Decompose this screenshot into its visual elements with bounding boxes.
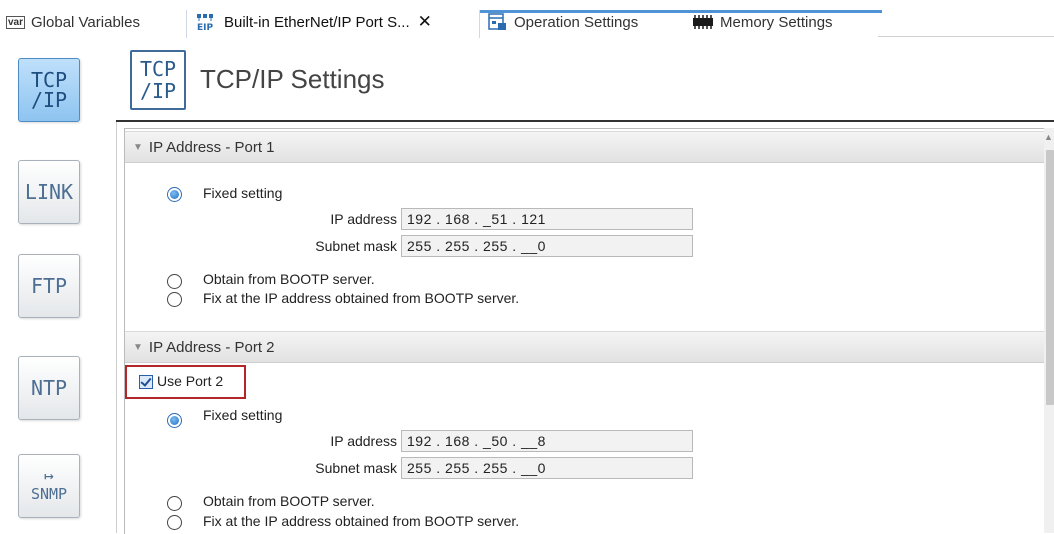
ip-address-field-port2[interactable]: 192 . 168 . _50 . __8 [401,430,693,452]
radio-fix-bootp-port2[interactable] [167,515,182,530]
subnet-mask-field-port2[interactable]: 255 . 255 . 255 . __0 [401,457,693,479]
radio-fixed-setting-port1[interactable] [167,187,182,202]
ip-address-field-port1[interactable]: 192 . 168 . _51 . 121 [401,208,693,230]
close-icon[interactable]: ✕ [418,12,432,32]
field-label: Subnet mask [315,238,397,254]
page-title: TCP/IP Settings [200,64,385,94]
ethernet-ip-icon: EIP [196,13,218,33]
rail-button-label: TCP [30,68,68,92]
scroll-thumb[interactable] [1046,150,1054,405]
vertical-scrollbar[interactable]: ▲ [1044,128,1054,533]
rail-button-label: FTP [30,274,68,298]
tab-label: Memory Settings [720,13,833,31]
use-port2-checkbox[interactable] [139,375,153,389]
radio-fixed-setting-port2[interactable] [167,413,182,428]
subnet-mask-field-port1[interactable]: 255 . 255 . 255 . __0 [401,235,693,257]
settings-panel: ▼ IP Address - Port 1 Fixed setting IP a… [124,128,1045,534]
tab-strip: var Global Variables EIP Built-in EtherN… [0,0,1054,38]
radio-label: Fixed setting [203,407,283,423]
rail-button-snmp[interactable]: ↦ SNMP [18,454,80,518]
tab-global-variables[interactable]: var Global Variables [6,8,140,36]
rail-button-label: /IP [30,88,68,112]
rail-button-tcpip[interactable]: TCP /IP [18,58,80,122]
field-label: IP address [330,211,397,227]
var-icon: var [6,15,26,29]
radio-bootp-port1[interactable] [167,274,182,289]
tab-label: Global Variables [31,13,140,31]
radio-label: Fix at the IP address obtained from BOOT… [203,513,520,529]
checkbox-label: Use Port 2 [157,373,224,389]
tab-memory-settings[interactable]: Memory Settings [692,8,833,36]
section-header-port1[interactable]: ▼ IP Address - Port 1 [125,131,1045,163]
settings-category-rail: TCP /IP LINK FTP NTP ↦ SNMP [0,38,117,533]
rail-button-ftp[interactable]: FTP [18,254,80,318]
tab-operation-settings[interactable]: Operation Settings [488,8,638,36]
arrow-right-icon: ↦ [44,466,54,485]
memory-icon [692,15,714,29]
section-title: IP Address - Port 1 [148,138,275,156]
settings-header: TCP /IP TCP/IP Settings [116,38,1054,122]
use-port2-highlight: Use Port 2 [125,365,246,399]
scroll-up-icon[interactable]: ▲ [1044,132,1054,142]
rail-button-label: NTP [30,376,68,400]
section-title: IP Address - Port 2 [148,338,275,356]
radio-fix-bootp-port1[interactable] [167,292,182,307]
tab-label: Built-in EtherNet/IP Port S... [224,13,410,31]
operation-icon [488,13,508,31]
icon-text: TCP [139,57,177,81]
field-label: Subnet mask [315,460,397,476]
radio-label: Fixed setting [203,185,283,201]
rail-button-label: LINK [24,180,74,204]
collapse-triangle-icon: ▼ [133,341,143,353]
rail-button-link[interactable]: LINK [18,160,80,224]
tab-ethernet-ip-port[interactable]: EIP Built-in EtherNet/IP Port S... ✕ [196,8,432,36]
radio-label: Obtain from BOOTP server. [203,493,375,509]
tab-label: Operation Settings [514,13,639,31]
radio-label: Obtain from BOOTP server. [203,271,375,287]
radio-label: Fix at the IP address obtained from BOOT… [203,290,520,306]
icon-text: /IP [139,79,177,103]
svg-text:EIP: EIP [197,23,213,31]
rail-button-label: SNMP [30,485,68,503]
rail-button-ntp[interactable]: NTP [18,356,80,420]
tab-strip-divider [878,36,1054,37]
radio-bootp-port2[interactable] [167,496,182,511]
field-label: IP address [330,433,397,449]
collapse-triangle-icon: ▼ [133,141,143,153]
section-header-port2[interactable]: ▼ IP Address - Port 2 [125,331,1045,363]
tcpip-icon: TCP /IP [130,50,186,110]
